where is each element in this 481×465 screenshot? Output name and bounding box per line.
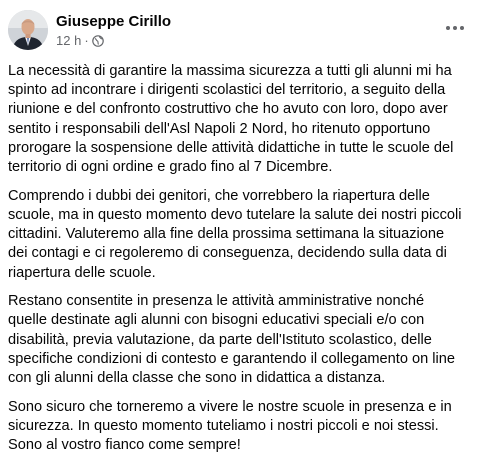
avatar-portrait (8, 10, 48, 50)
post-body: La necessità di garantire la massima sic… (8, 62, 473, 465)
post-meta: 12 h · (56, 33, 104, 49)
post-paragraph-4: Sono sicuro che torneremo a vivere le no… (8, 398, 452, 454)
meta-separator: · (84, 33, 89, 48)
post-paragraph-3: Restano consentite in presenza le attivi… (8, 293, 456, 387)
author-name[interactable]: Giuseppe Cirillo (56, 13, 171, 31)
post-paragraph-1: La necessità di garantire la massima sic… (8, 63, 454, 176)
globe-icon[interactable] (91, 35, 104, 47)
post-header: Giuseppe Cirillo 12 h · (8, 10, 473, 54)
more-options-icon[interactable] (441, 16, 469, 40)
author-avatar[interactable] (8, 10, 48, 50)
post-paragraph-2: Comprendo i dubbi dei genitori, che vorr… (8, 187, 462, 281)
facebook-post: Giuseppe Cirillo 12 h · La necessità di … (0, 0, 481, 453)
post-timestamp[interactable]: 12 h (56, 33, 81, 49)
